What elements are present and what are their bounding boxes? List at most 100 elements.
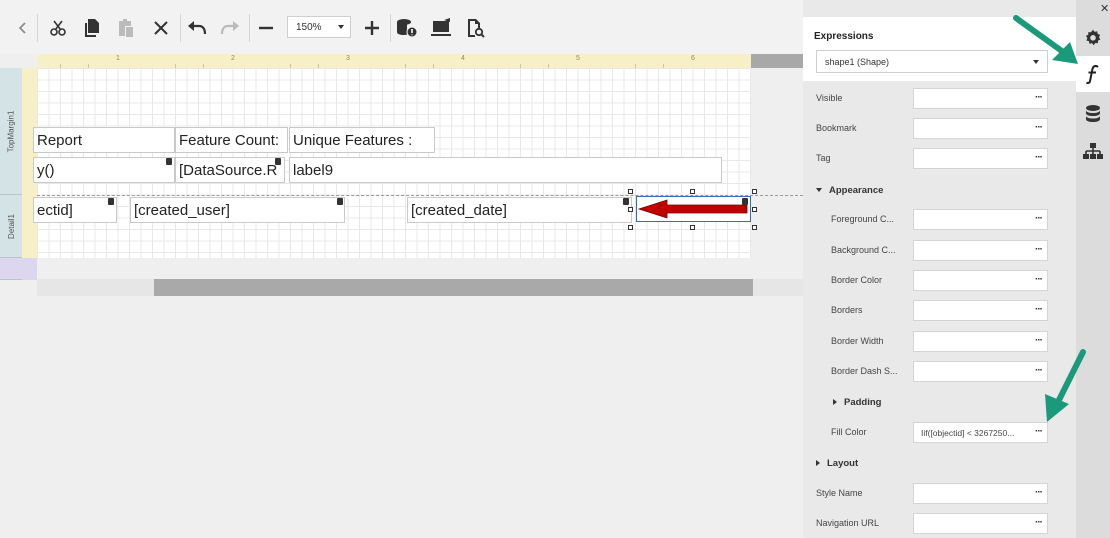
toolbar-separator (180, 14, 181, 42)
report-explorer-tab[interactable] (1076, 134, 1110, 170)
feature-count-label[interactable]: Feature Count: (175, 127, 288, 153)
resize-handle[interactable] (690, 189, 695, 194)
ruler-number: 6 (691, 55, 695, 62)
zoom-value: 150% (296, 21, 322, 33)
script-editor-icon[interactable] (428, 15, 454, 41)
label9-cell[interactable]: label9 (289, 157, 722, 183)
property-label: Border Dash S... (831, 366, 898, 376)
group-label: Layout (827, 458, 859, 469)
smart-tag-icon[interactable] (337, 198, 343, 205)
visible-expression-field[interactable]: ··· (913, 88, 1048, 109)
resize-handle[interactable] (628, 189, 633, 194)
zoom-out-icon[interactable] (253, 15, 279, 41)
smart-tag-icon[interactable] (742, 198, 748, 205)
resize-handle[interactable] (690, 225, 695, 230)
ellipsis-icon[interactable]: ··· (1035, 304, 1043, 315)
close-panel-icon[interactable]: ✕ (1100, 2, 1109, 15)
property-style-name: Style Name ··· (803, 482, 1076, 506)
band-detail[interactable]: Detail1 (0, 195, 22, 258)
ellipsis-icon[interactable]: ··· (1035, 152, 1043, 163)
resize-handle[interactable] (628, 207, 633, 212)
validate-datasource-icon[interactable] (394, 15, 420, 41)
annotation-arrow-icon (1013, 15, 1078, 64)
smart-tag-icon[interactable] (166, 158, 172, 165)
borders-field[interactable]: ··· (913, 300, 1048, 321)
foreground-color-field[interactable]: ··· (913, 209, 1048, 230)
caret-down-icon (816, 188, 822, 192)
property-label: Bookmark (816, 123, 857, 133)
smart-tag-icon[interactable] (108, 198, 114, 205)
scrollbar-thumb[interactable] (154, 279, 753, 296)
group-layout[interactable]: Layout (816, 458, 858, 469)
datasource-cell[interactable]: [DataSource.R (175, 157, 285, 183)
toolbar: 150% (0, 0, 803, 54)
panel-tab-strip (1076, 0, 1110, 538)
copy-icon[interactable] (79, 15, 105, 41)
cell-text: y() (37, 161, 55, 179)
ellipsis-icon[interactable]: ··· (1035, 122, 1043, 133)
style-name-field[interactable]: ··· (913, 483, 1048, 504)
preview-icon[interactable] (462, 15, 488, 41)
border-dash-style-field[interactable]: ··· (913, 361, 1048, 382)
resize-handle[interactable] (752, 189, 757, 194)
property-label: Tag (816, 153, 831, 163)
ruler-number: 2 (231, 55, 235, 62)
ellipsis-icon[interactable]: ··· (1035, 517, 1043, 528)
cell-text: Unique Features : (293, 131, 413, 149)
tag-expression-field[interactable]: ··· (913, 148, 1048, 169)
border-width-field[interactable]: ··· (913, 331, 1048, 352)
property-tag: Tag ··· (803, 147, 1076, 171)
border-color-field[interactable]: ··· (913, 270, 1048, 291)
undo-icon[interactable] (184, 15, 210, 41)
caret-right-icon (833, 399, 837, 405)
ellipsis-icon[interactable]: ··· (1035, 487, 1043, 498)
redo-icon[interactable] (217, 15, 243, 41)
paste-icon[interactable] (113, 15, 139, 41)
group-appearance[interactable]: Appearance (816, 185, 883, 196)
zoom-in-icon[interactable] (359, 15, 385, 41)
smart-tag-icon[interactable] (623, 198, 629, 205)
background-color-field[interactable]: ··· (913, 240, 1048, 261)
shape1-selected[interactable] (636, 196, 751, 222)
resize-handle[interactable] (752, 207, 757, 212)
property-label: Border Color (831, 275, 883, 285)
ellipsis-icon[interactable]: ··· (1035, 274, 1043, 285)
delete-icon[interactable] (148, 15, 174, 41)
caret-right-icon (816, 460, 820, 466)
ruler-number: 4 (461, 55, 465, 62)
created-user-field[interactable]: [created_user] (130, 197, 345, 223)
band-top-margin[interactable]: TopMargin1 (0, 68, 22, 195)
cell-text: [created_user] (134, 201, 230, 219)
ellipsis-icon[interactable]: ··· (1035, 335, 1043, 346)
property-label: Style Name (816, 488, 863, 498)
smart-tag-icon[interactable] (275, 158, 281, 165)
band-bottom-margin[interactable] (0, 258, 22, 280)
resize-handle[interactable] (752, 225, 757, 230)
fill-color-expression-field[interactable]: Iif([objectid] < 3267250... ··· (913, 422, 1048, 443)
report-title-label[interactable]: Report (33, 127, 175, 153)
cut-icon[interactable] (45, 15, 71, 41)
bookmark-expression-field[interactable]: ··· (913, 118, 1048, 139)
property-label: Navigation URL (816, 518, 880, 528)
collapse-chevron-icon[interactable] (10, 15, 36, 41)
unique-features-label[interactable]: Unique Features : (289, 127, 435, 153)
navigation-url-field[interactable]: ··· (913, 513, 1048, 534)
function-cell[interactable]: y() (33, 157, 175, 183)
group-label: Padding (844, 397, 882, 408)
ellipsis-icon[interactable]: ··· (1035, 92, 1043, 103)
property-label: Background C... (831, 245, 896, 255)
panel-title: Expressions (814, 31, 874, 42)
ruler-number: 3 (346, 55, 350, 62)
objectid-field[interactable]: ectid] (33, 197, 117, 223)
vertical-ruler-bottom (22, 258, 37, 280)
ellipsis-icon[interactable]: ··· (1035, 213, 1043, 224)
ellipsis-icon[interactable]: ··· (1035, 244, 1043, 255)
cell-text: Report (37, 131, 83, 149)
resize-handle[interactable] (628, 225, 633, 230)
field-list-tab[interactable] (1076, 96, 1110, 132)
zoom-select[interactable]: 150% (287, 16, 351, 38)
group-padding[interactable]: Padding (833, 397, 881, 408)
toolbar-separator (249, 14, 250, 42)
created-date-field[interactable]: [created_date] (407, 197, 632, 223)
cell-text: [created_date] (411, 201, 507, 219)
